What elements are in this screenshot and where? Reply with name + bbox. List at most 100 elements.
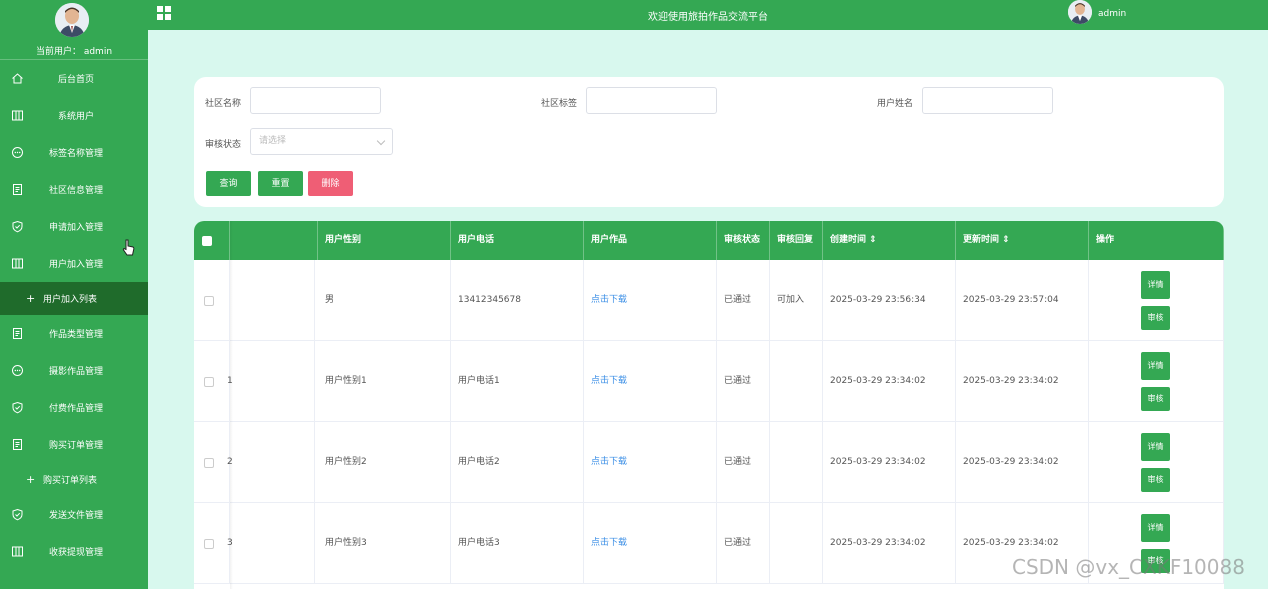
review-status-label: 审核状态 xyxy=(205,140,242,150)
shield-icon xyxy=(12,220,23,233)
th-col-4: 审核回复 xyxy=(770,221,823,260)
community-name-label: 社区名称 xyxy=(205,99,242,109)
gender-cell: 用户性别1 xyxy=(318,341,451,422)
download-link[interactable]: 点击下载 xyxy=(591,457,627,467)
chat-icon xyxy=(12,147,23,158)
sidebar-subitem-label: 购买订单列表 xyxy=(43,476,98,486)
phone-cell: 用户电话1 xyxy=(451,341,584,422)
columns-icon xyxy=(12,546,23,557)
th-col-3: 审核状态 xyxy=(717,221,770,260)
work-cell: 点击下载 xyxy=(584,341,717,422)
review-button[interactable]: 审核 xyxy=(1141,468,1170,492)
download-link[interactable]: 点击下载 xyxy=(591,538,627,548)
columns-icon xyxy=(12,258,23,269)
row-select-cell xyxy=(194,341,230,422)
columns-icon xyxy=(12,110,23,121)
review-status-placeholder: 请选择 xyxy=(259,136,287,146)
status-cell: 已通过 xyxy=(717,422,770,503)
plus-icon: + xyxy=(26,292,36,305)
updated-cell: 2025-03-29 23:34:02 xyxy=(956,422,1089,503)
community-name-input[interactable] xyxy=(250,87,381,114)
row-checkbox[interactable] xyxy=(204,377,214,387)
updated-cell: 2025-03-29 23:34:02 xyxy=(956,341,1089,422)
sidebar-subitem-label: 用户加入列表 xyxy=(43,295,98,305)
sidebar-item-label: 标签名称管理 xyxy=(48,149,103,159)
fixed-column-shadow xyxy=(230,221,233,589)
review-button[interactable]: 审核 xyxy=(1141,387,1170,411)
user-name-label: 用户姓名 xyxy=(877,99,914,109)
avatar[interactable] xyxy=(55,3,89,37)
sidebar-item-2[interactable]: 标签名称管理 xyxy=(0,134,148,171)
work-cell: 点击下载 xyxy=(584,260,717,341)
table-header: 用户性别 用户电话 用户作品 审核状态 审核回复 创建时间 ⇕ 更新时间 ⇕ 操作 xyxy=(194,221,1224,260)
gender-cell: 用户性别2 xyxy=(318,422,451,503)
review-button[interactable]: 审核 xyxy=(1141,306,1170,330)
th-col-2: 用户作品 xyxy=(584,221,717,260)
select-all-checkbox[interactable] xyxy=(202,236,212,246)
sidebar: 当前用户： admin 后台首页 系统用户 标签名称管理 社区信息管理 申请加入管理 用户… xyxy=(0,0,148,589)
gender-cell: 用户性别3 xyxy=(318,503,451,584)
shield-icon xyxy=(12,401,23,414)
top-header: 欢迎使用旅拍作品交流平台 admin xyxy=(148,0,1268,30)
document-icon xyxy=(13,439,22,450)
th-col-0: 用户性别 xyxy=(318,221,451,260)
sidebar-item-label: 后台首页 xyxy=(57,75,94,85)
download-link[interactable]: 点击下载 xyxy=(591,376,627,386)
sidebar-item-8[interactable]: 付费作品管理 xyxy=(0,389,148,426)
community-tag-input[interactable] xyxy=(586,87,717,114)
table-row: 1用户性别1用户电话1 点击下载 已通过 2025-03-29 23:34:02202… xyxy=(194,341,1224,422)
created-cell: 2025-03-29 23:34:02 xyxy=(823,422,956,503)
row-checkbox[interactable] xyxy=(204,296,214,306)
table-row: 2用户性别2用户电话2 点击下载 已通过 2025-03-29 23:34:02202… xyxy=(194,422,1224,503)
sidebar-item-3[interactable]: 社区信息管理 xyxy=(0,171,148,208)
sidebar-item-0[interactable]: 后台首页 xyxy=(0,60,148,97)
current-user-label: 当前用户： admin xyxy=(35,47,113,57)
sidebar-subitem-0[interactable]: + 用户加入列表 xyxy=(0,282,148,315)
phone-cell: 13412345678 xyxy=(451,260,584,341)
row-index-cell: 3 xyxy=(227,503,315,584)
phone-cell: 用户电话2 xyxy=(451,422,584,503)
th-col-5[interactable]: 创建时间 ⇕ xyxy=(823,221,956,260)
detail-button[interactable]: 详情 xyxy=(1141,271,1170,299)
created-cell: 2025-03-29 23:34:02 xyxy=(823,341,956,422)
header-avatar[interactable] xyxy=(1068,0,1092,24)
reset-button[interactable]: 重置 xyxy=(258,171,303,196)
query-button[interactable]: 查询 xyxy=(206,171,251,196)
row-checkbox[interactable] xyxy=(204,539,214,549)
user-name-input[interactable] xyxy=(922,87,1053,114)
th-blank xyxy=(230,221,318,260)
review-status-select[interactable]: 请选择 xyxy=(250,128,393,155)
shield-icon xyxy=(12,508,23,521)
sidebar-item-10[interactable]: 发送文件管理 xyxy=(0,496,148,533)
sidebar-subitem-1[interactable]: + 购买订单列表 xyxy=(0,463,148,496)
detail-button[interactable]: 详情 xyxy=(1141,352,1170,380)
detail-button[interactable]: 详情 xyxy=(1141,433,1170,461)
download-link[interactable]: 点击下载 xyxy=(591,295,627,305)
header-username[interactable]: admin xyxy=(1098,9,1126,19)
row-checkbox[interactable] xyxy=(204,458,214,468)
delete-button[interactable]: 删除 xyxy=(308,171,353,196)
th-col-7: 操作 xyxy=(1089,221,1224,260)
plus-icon: + xyxy=(26,473,36,486)
reply-cell xyxy=(770,341,823,422)
th-col-6[interactable]: 更新时间 ⇕ xyxy=(956,221,1089,260)
sidebar-item-7[interactable]: 摄影作品管理 xyxy=(0,352,148,389)
reply-cell xyxy=(770,422,823,503)
sidebar-item-9[interactable]: 购买订单管理 xyxy=(0,426,148,463)
sidebar-item-label: 作品类型管理 xyxy=(48,330,103,340)
sidebar-profile: 当前用户： admin xyxy=(0,0,148,60)
sidebar-item-6[interactable]: 作品类型管理 xyxy=(0,315,148,352)
sidebar-item-11[interactable]: 收获提现管理 xyxy=(0,533,148,570)
detail-button[interactable]: 详情 xyxy=(1141,514,1170,542)
sidebar-item-1[interactable]: 系统用户 xyxy=(0,97,148,134)
watermark: CSDN @vx_CXKF10088 xyxy=(1012,555,1245,579)
document-icon xyxy=(13,184,22,195)
reply-cell xyxy=(770,503,823,584)
reply-cell: 可加入 xyxy=(770,260,823,341)
created-cell: 2025-03-29 23:34:02 xyxy=(823,503,956,584)
created-cell: 2025-03-29 23:56:34 xyxy=(823,260,956,341)
work-cell: 点击下载 xyxy=(584,422,717,503)
table-row: 男 13412345678 点击下载 已通过 可加入 2025-03-29 23:56:3… xyxy=(194,260,1224,341)
sidebar-item-label: 付费作品管理 xyxy=(48,404,103,414)
th-col-1: 用户电话 xyxy=(451,221,584,260)
